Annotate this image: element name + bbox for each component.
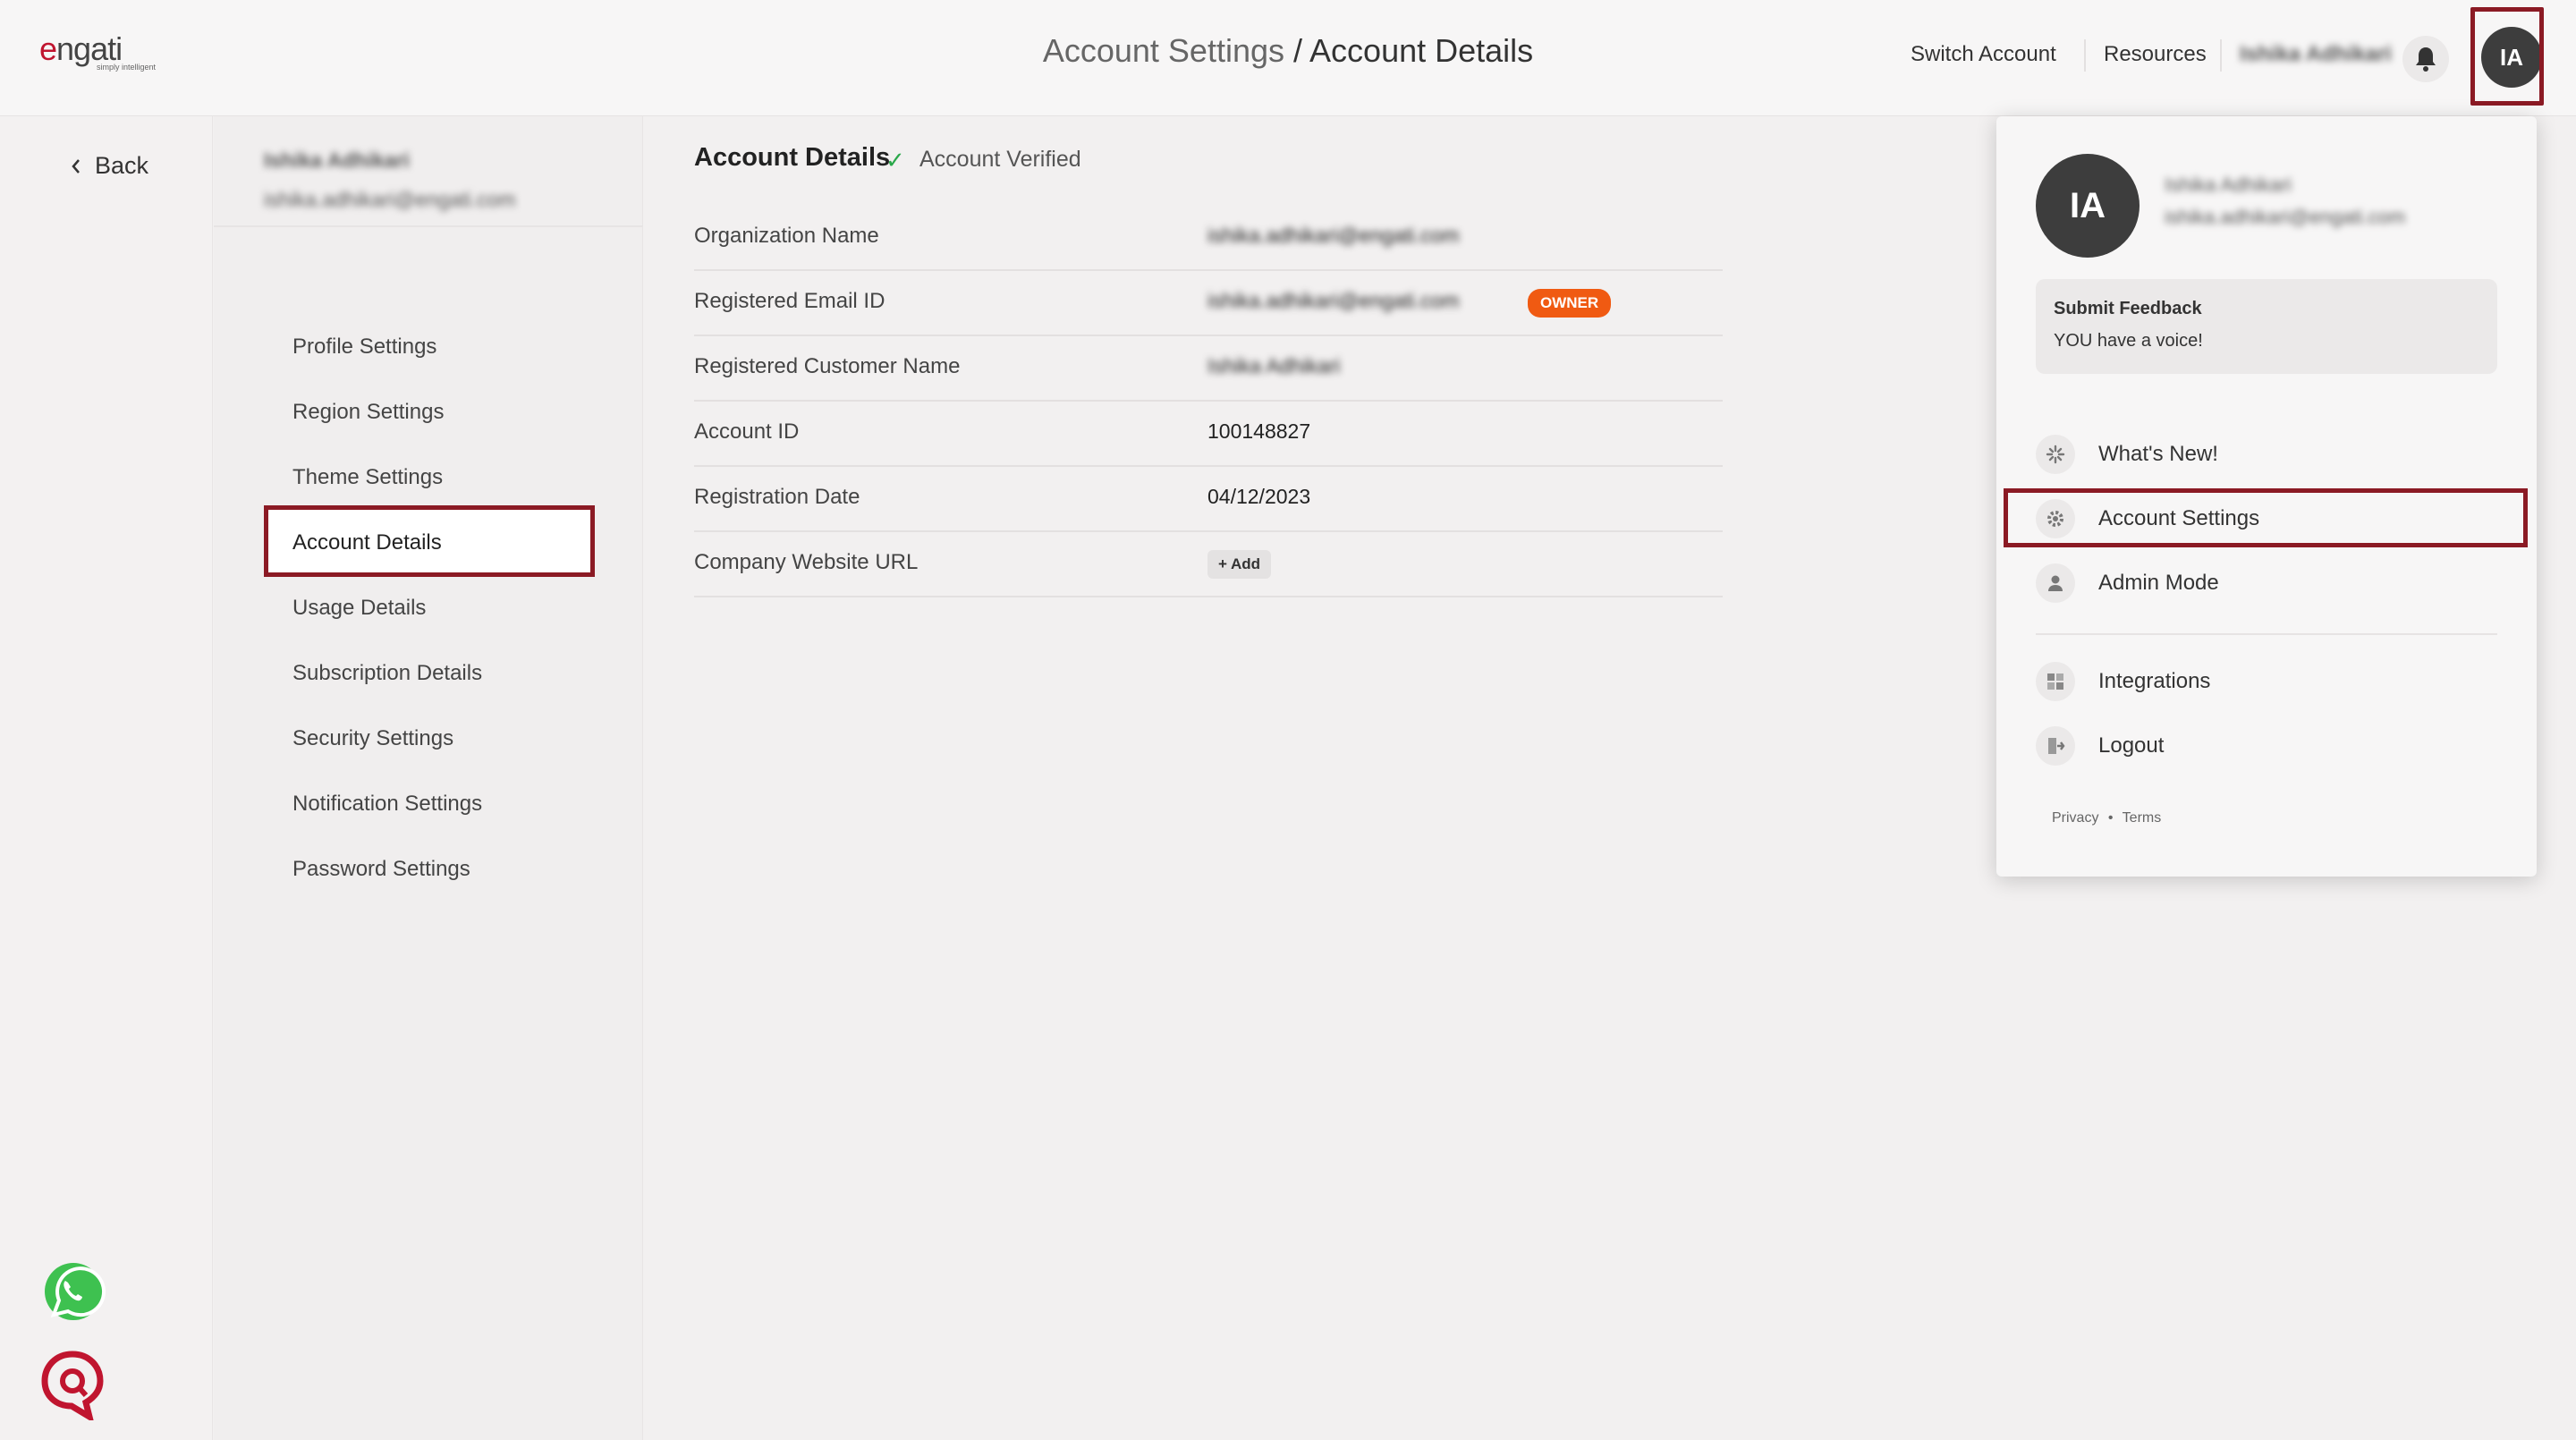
row-label: Registered Customer Name xyxy=(694,354,961,378)
menu-logout[interactable]: Logout xyxy=(2036,721,2501,771)
row-label: Account ID xyxy=(694,419,800,444)
nav-subscription-details[interactable]: Subscription Details xyxy=(292,661,482,686)
detail-row-account-id: Account ID 100148827 xyxy=(694,402,1723,467)
terms-link[interactable]: Terms xyxy=(2123,810,2162,826)
row-label: Company Website URL xyxy=(694,550,919,574)
switch-account-link[interactable]: Switch Account xyxy=(1911,42,2056,67)
dropdown-avatar: IA xyxy=(2036,154,2140,258)
detail-row-email: Registered Email ID ishika.adhikari@enga… xyxy=(694,271,1723,336)
bell-icon xyxy=(2416,47,2436,72)
header-divider xyxy=(2084,39,2086,72)
menu-admin-mode[interactable]: Admin Mode xyxy=(2036,558,2501,608)
row-label: Registered Email ID xyxy=(694,289,886,313)
add-website-button[interactable]: + Add xyxy=(1208,550,1272,579)
row-label: Registration Date xyxy=(694,485,860,509)
row-value: 100148827 xyxy=(1208,419,1311,443)
row-value: 04/12/2023 xyxy=(1208,485,1311,508)
dropdown-footer: Privacy • Terms xyxy=(2052,810,2161,826)
user-icon xyxy=(2036,563,2075,603)
nav-profile-settings[interactable]: Profile Settings xyxy=(292,335,436,360)
menu-whats-new[interactable]: What's New! xyxy=(2036,429,2501,479)
menu-label: Logout xyxy=(2098,733,2165,758)
chevron-left-icon xyxy=(72,158,80,174)
nav-notification-settings[interactable]: Notification Settings xyxy=(292,792,482,817)
top-header: engati simply intelligent Account Settin… xyxy=(0,0,2576,116)
feedback-subtitle: YOU have a voice! xyxy=(2054,331,2203,351)
resources-link[interactable]: Resources xyxy=(2104,42,2207,67)
engati-logo[interactable]: engati simply intelligent xyxy=(39,30,182,75)
back-label: Back xyxy=(95,152,149,179)
row-value: Ishika Adhikari xyxy=(1208,354,1341,377)
breadcrumb-separator: / xyxy=(1284,32,1310,69)
dropdown-user-email: ishika.adhikari@engati.com xyxy=(2165,206,2406,228)
menu-label: Admin Mode xyxy=(2098,571,2219,595)
nav-divider xyxy=(214,225,643,227)
header-divider xyxy=(2220,39,2222,72)
menu-integrations[interactable]: Integrations xyxy=(2036,656,2501,707)
nav-user-email: ishika.adhikari@engati.com xyxy=(264,188,516,211)
footer-dot: • xyxy=(2107,810,2114,826)
nav-security-settings[interactable]: Security Settings xyxy=(292,726,453,751)
menu-label: Account Settings xyxy=(2098,506,2260,530)
dropdown-user-name: Ishika Adhikari xyxy=(2165,174,2292,196)
sparkle-icon xyxy=(2036,435,2075,474)
grid-icon xyxy=(2036,662,2075,701)
row-value: ishika.adhikari@engati.com xyxy=(1208,224,1460,247)
detail-row-website: Company Website URL + Add xyxy=(694,532,1723,597)
menu-label: Integrations xyxy=(2098,669,2211,693)
logo-tagline: simply intelligent xyxy=(97,63,157,72)
nav-password-settings[interactable]: Password Settings xyxy=(292,857,470,882)
gear-icon xyxy=(2036,499,2075,538)
menu-divider xyxy=(2036,633,2497,635)
nav-usage-details[interactable]: Usage Details xyxy=(292,596,426,621)
whatsapp-icon[interactable] xyxy=(41,1259,106,1324)
breadcrumb-current: Account Details xyxy=(1309,32,1534,69)
avatar-highlight-box xyxy=(2470,7,2544,106)
detail-row-registration-date: Registration Date 04/12/2023 xyxy=(694,467,1723,532)
section-title: Account Details xyxy=(694,143,891,172)
detail-row-customer-name: Registered Customer Name Ishika Adhikari xyxy=(694,336,1723,402)
row-value: ishika.adhikari@engati.com xyxy=(1208,289,1460,312)
back-button[interactable]: Back xyxy=(70,152,148,180)
left-rail: Back xyxy=(0,116,213,1440)
privacy-link[interactable]: Privacy xyxy=(2052,810,2098,826)
verified-label: Account Verified xyxy=(919,147,1081,172)
row-label: Organization Name xyxy=(694,224,879,248)
owner-badge: OWNER xyxy=(1528,289,1612,318)
nav-user-info: Ishika Adhikari ishika.adhikari@engati.c… xyxy=(264,138,640,245)
nav-region-settings[interactable]: Region Settings xyxy=(292,400,444,425)
submit-feedback-card[interactable]: Submit Feedback YOU have a voice! xyxy=(2036,279,2497,374)
menu-label: What's New! xyxy=(2098,442,2218,466)
logout-icon xyxy=(2036,726,2075,766)
feedback-title: Submit Feedback xyxy=(2054,299,2202,318)
profile-dropdown: IA Ishika Adhikari ishika.adhikari@engat… xyxy=(1996,116,2537,877)
breadcrumb-parent[interactable]: Account Settings xyxy=(1043,32,1284,69)
nav-user-name: Ishika Adhikari xyxy=(264,148,410,172)
detail-row-organization: Organization Name ishika.adhikari@engati… xyxy=(694,206,1723,271)
verified-check-icon: ✓ xyxy=(886,147,905,174)
menu-account-settings[interactable]: Account Settings xyxy=(2036,494,2501,544)
nav-theme-settings[interactable]: Theme Settings xyxy=(292,465,443,490)
chat-support-icon[interactable] xyxy=(39,1349,106,1420)
header-user-name[interactable]: Ishika Adhikari xyxy=(2240,42,2392,67)
settings-nav: Ishika Adhikari ishika.adhikari@engati.c… xyxy=(214,116,643,1440)
page-title: Account Settings / Account Details xyxy=(984,32,1592,70)
notifications-button[interactable] xyxy=(2402,36,2449,82)
nav-account-details[interactable]: Account Details xyxy=(292,530,442,555)
